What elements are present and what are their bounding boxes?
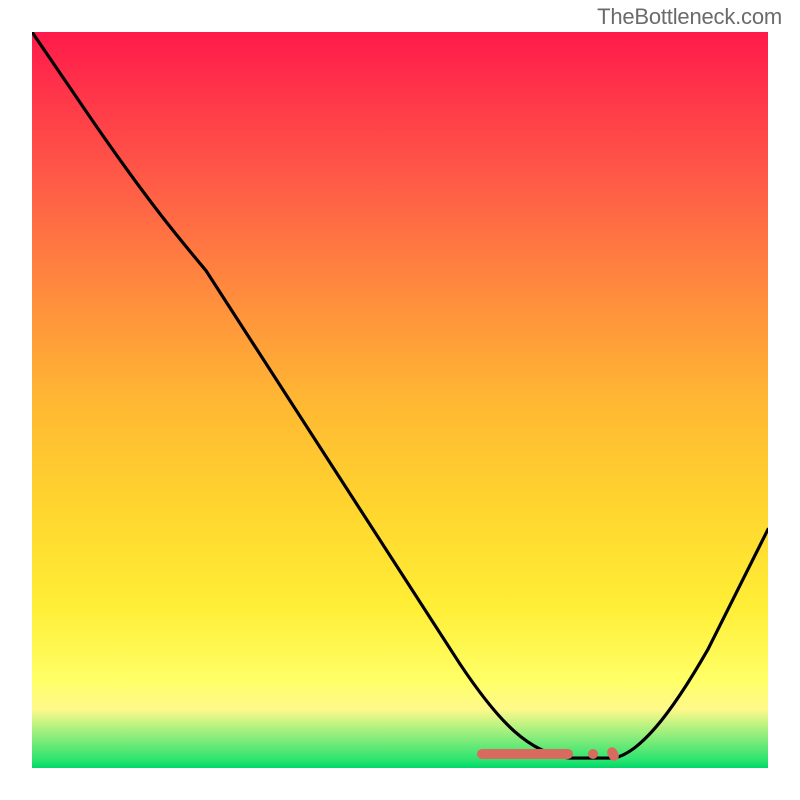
optimal-range-marker-dot bbox=[588, 749, 598, 759]
optimal-range-marker bbox=[477, 749, 573, 759]
chart-area bbox=[30, 30, 770, 770]
watermark-text: TheBottleneck.com bbox=[597, 4, 782, 30]
bottleneck-curve bbox=[32, 32, 768, 768]
curve-path bbox=[32, 32, 768, 758]
